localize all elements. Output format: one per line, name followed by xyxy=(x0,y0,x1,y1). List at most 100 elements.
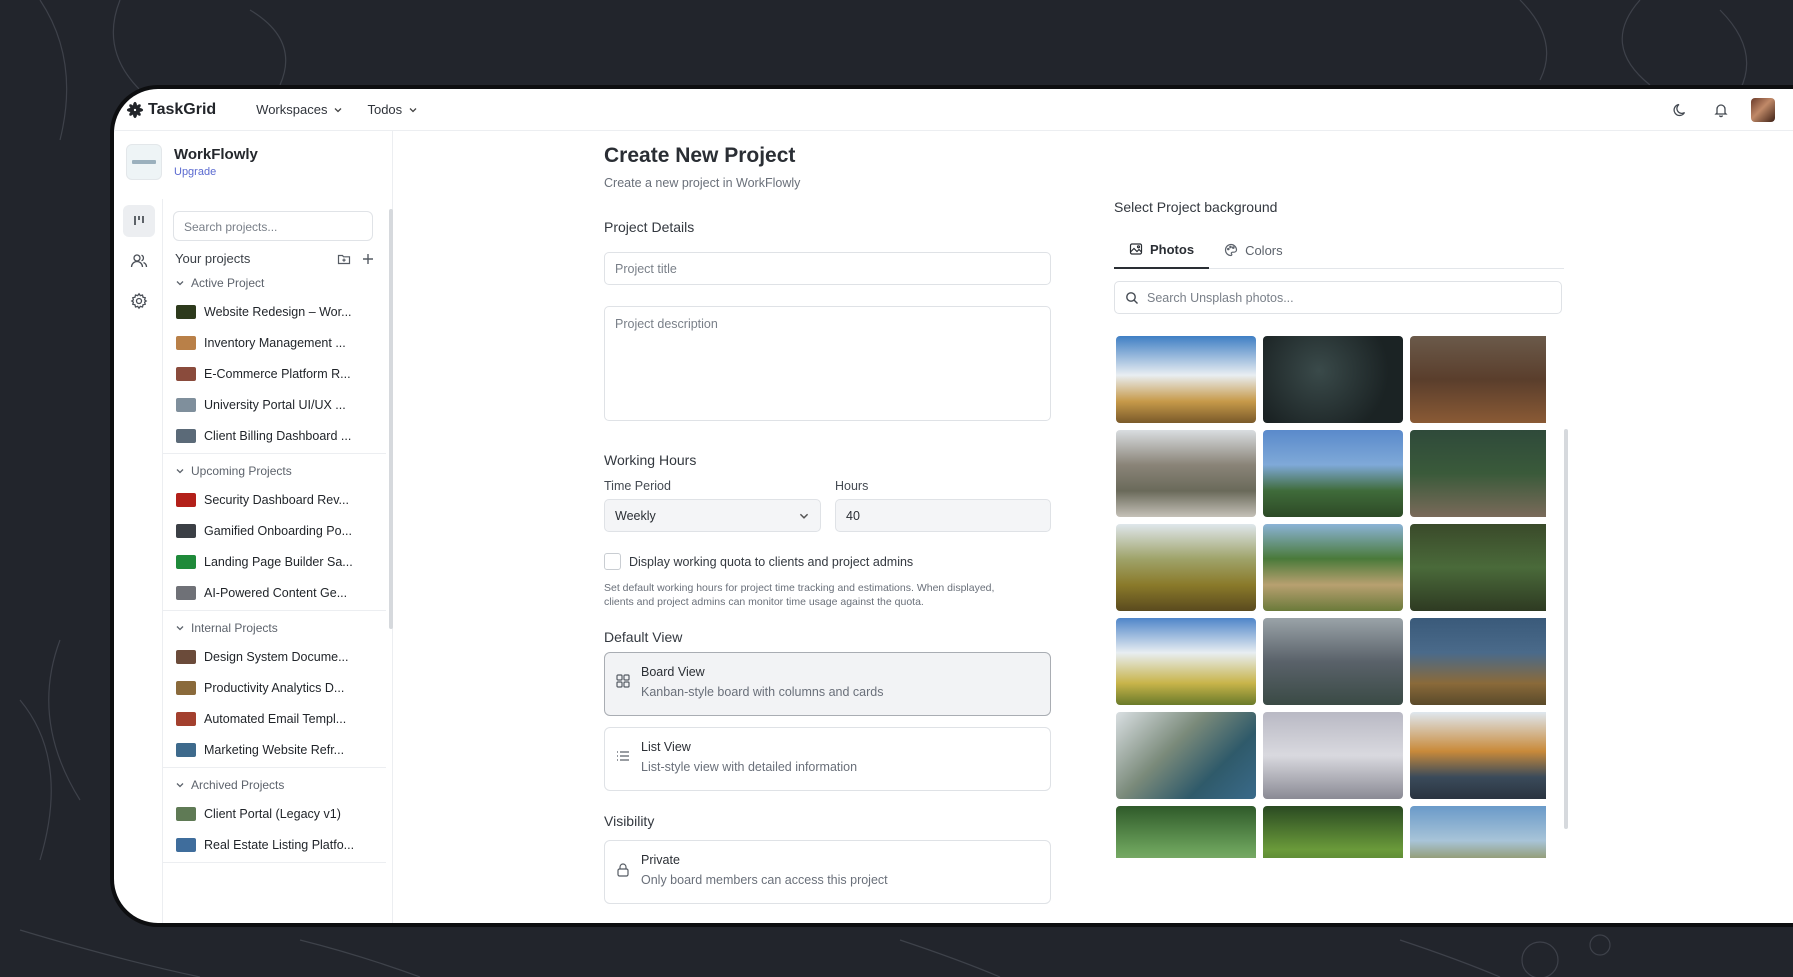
visibility-subtitle: Only board members can access this proje… xyxy=(641,873,888,887)
unsplash-search-placeholder: Search Unsplash photos... xyxy=(1147,290,1294,305)
rail-members-button[interactable] xyxy=(123,245,155,277)
plus-icon[interactable] xyxy=(361,252,375,266)
user-avatar[interactable] xyxy=(1751,97,1775,122)
group-divider xyxy=(162,862,386,863)
org-logo-mark xyxy=(132,160,156,164)
quota-checkbox-row: Display working quota to clients and pro… xyxy=(604,553,913,570)
quota-hint-line-1: Set default working hours for project ti… xyxy=(604,582,995,594)
background-photo-option[interactable] xyxy=(1263,336,1403,423)
chevron-down-icon xyxy=(176,626,184,631)
page-subtitle: Create a new project in WorkFlowly xyxy=(604,176,801,190)
board-view-subtitle: Kanban-style board with columns and card… xyxy=(641,685,884,699)
quota-checkbox-label: Display working quota to clients and pro… xyxy=(629,554,914,569)
unsplash-search-input[interactable]: Search Unsplash photos... xyxy=(1114,281,1562,314)
hours-input[interactable]: 40 xyxy=(835,499,1051,532)
background-photo-option[interactable] xyxy=(1116,524,1256,611)
your-projects-header: Your projects xyxy=(175,251,375,266)
project-group-label: Active Project xyxy=(191,276,265,290)
create-project-form: Create New Project Create a new project … xyxy=(604,144,1051,904)
tab-colors[interactable]: Colors xyxy=(1209,231,1298,269)
org-logo xyxy=(126,144,162,180)
background-photo-option[interactable] xyxy=(1263,712,1403,799)
background-photo-option[interactable] xyxy=(1410,430,1546,517)
background-photo-option[interactable] xyxy=(1410,524,1546,611)
background-photo-option[interactable] xyxy=(1263,806,1403,858)
sidebar-project-item[interactable]: Client Portal (Legacy v1) xyxy=(176,798,390,829)
sidebar-project-item[interactable]: Automated Email Templ... xyxy=(176,703,390,734)
tab-photos[interactable]: Photos xyxy=(1114,231,1210,269)
quota-checkbox[interactable] xyxy=(604,553,621,570)
background-photo-option[interactable] xyxy=(1116,336,1256,423)
sidebar-project-item[interactable]: Real Estate Listing Platfo... xyxy=(176,829,390,860)
quota-hint: Set default working hours for project ti… xyxy=(604,581,1054,609)
project-thumbnail xyxy=(176,649,196,664)
project-thumbnail xyxy=(176,806,196,821)
time-period-select[interactable]: Weekly xyxy=(604,499,821,532)
project-title-input[interactable]: Project title xyxy=(604,252,1051,285)
project-thumbnail xyxy=(176,585,196,600)
org-header[interactable]: WorkFlowly Upgrade xyxy=(126,144,258,180)
project-description-textarea[interactable]: Project description xyxy=(604,306,1051,421)
theme-toggle-button[interactable] xyxy=(1671,100,1691,120)
background-photo-option[interactable] xyxy=(1116,430,1256,517)
board-view-title: Board View xyxy=(641,665,705,679)
sidebar-project-item[interactable]: Productivity Analytics D... xyxy=(176,672,390,703)
project-thumbnail xyxy=(176,492,196,507)
group-divider xyxy=(162,767,386,768)
background-photo-option[interactable] xyxy=(1263,618,1403,705)
sidebar-scrollbar[interactable] xyxy=(389,209,393,629)
background-photo-option[interactable] xyxy=(1410,806,1546,858)
rail-settings-button[interactable] xyxy=(123,285,155,317)
background-photo-option[interactable] xyxy=(1410,618,1546,705)
sidebar-project-item[interactable]: Gamified Onboarding Po... xyxy=(176,515,390,546)
sidebar-project-item[interactable]: University Portal UI/UX ... xyxy=(176,389,390,420)
sidebar-project-item[interactable]: AI-Powered Content Ge... xyxy=(176,577,390,608)
bell-icon xyxy=(1714,103,1728,117)
background-photo-option[interactable] xyxy=(1263,430,1403,517)
background-photo-option[interactable] xyxy=(1116,618,1256,705)
quota-hint-line-2: clients and project admins can monitor t… xyxy=(604,596,924,608)
board-view-option[interactable]: Board View Kanban-style board with colum… xyxy=(604,652,1051,716)
project-group-header[interactable]: Active Project xyxy=(175,270,390,296)
sidebar-project-item[interactable]: E-Commerce Platform R... xyxy=(176,358,390,389)
project-name: Landing Page Builder Sa... xyxy=(204,554,353,569)
project-thumbnail xyxy=(176,837,196,852)
sidebar-project-item[interactable]: Landing Page Builder Sa... xyxy=(176,546,390,577)
image-icon xyxy=(1129,243,1143,255)
notifications-button[interactable] xyxy=(1711,100,1731,120)
visibility-private-option[interactable]: Private Only board members can access th… xyxy=(604,840,1051,904)
sidebar-project-item[interactable]: Inventory Management ... xyxy=(176,327,390,358)
nav-todos-dropdown[interactable]: Todos xyxy=(367,102,418,117)
project-name: Gamified Onboarding Po... xyxy=(204,523,352,538)
project-group-header[interactable]: Upcoming Projects xyxy=(175,458,390,484)
background-photo-option[interactable] xyxy=(1410,712,1546,799)
sidebar-project-item[interactable]: Website Redesign – Wor... xyxy=(176,296,390,327)
project-name: Marketing Website Refr... xyxy=(204,742,345,757)
background-photo-option[interactable] xyxy=(1410,336,1546,423)
sidebar-project-item[interactable]: Marketing Website Refr... xyxy=(176,734,390,765)
rail-projects-button[interactable] xyxy=(123,205,155,237)
tab-colors-label: Colors xyxy=(1245,242,1283,258)
sidebar-project-item[interactable]: Security Dashboard Rev... xyxy=(176,484,390,515)
app-logo[interactable]: TaskGrid xyxy=(126,101,216,119)
page-title: Create New Project xyxy=(604,144,796,167)
background-photo-option[interactable] xyxy=(1263,524,1403,611)
project-thumbnail xyxy=(176,397,196,412)
search-projects-input[interactable]: Search projects... xyxy=(173,211,373,241)
background-photo-option[interactable] xyxy=(1116,806,1256,858)
list-view-option[interactable]: List View List-style view with detailed … xyxy=(604,727,1051,791)
project-thumbnail xyxy=(176,680,196,695)
nav-workspaces-dropdown[interactable]: Workspaces xyxy=(256,102,343,117)
project-thumbnail xyxy=(176,523,196,538)
project-group-header[interactable]: Internal Projects xyxy=(175,615,390,641)
folder-add-icon[interactable] xyxy=(337,252,351,266)
list-icon xyxy=(617,751,629,761)
sidebar-project-item[interactable]: Design System Docume... xyxy=(176,641,390,672)
upgrade-link[interactable]: Upgrade xyxy=(174,166,258,178)
photo-grid-scrollbar[interactable] xyxy=(1564,429,1568,829)
project-group-header[interactable]: Archived Projects xyxy=(175,772,390,798)
background-photo-option[interactable] xyxy=(1116,712,1256,799)
sidebar-project-item[interactable]: Client Billing Dashboard ... xyxy=(176,420,390,451)
project-name: Security Dashboard Rev... xyxy=(204,492,349,507)
chevron-down-icon xyxy=(335,107,342,112)
